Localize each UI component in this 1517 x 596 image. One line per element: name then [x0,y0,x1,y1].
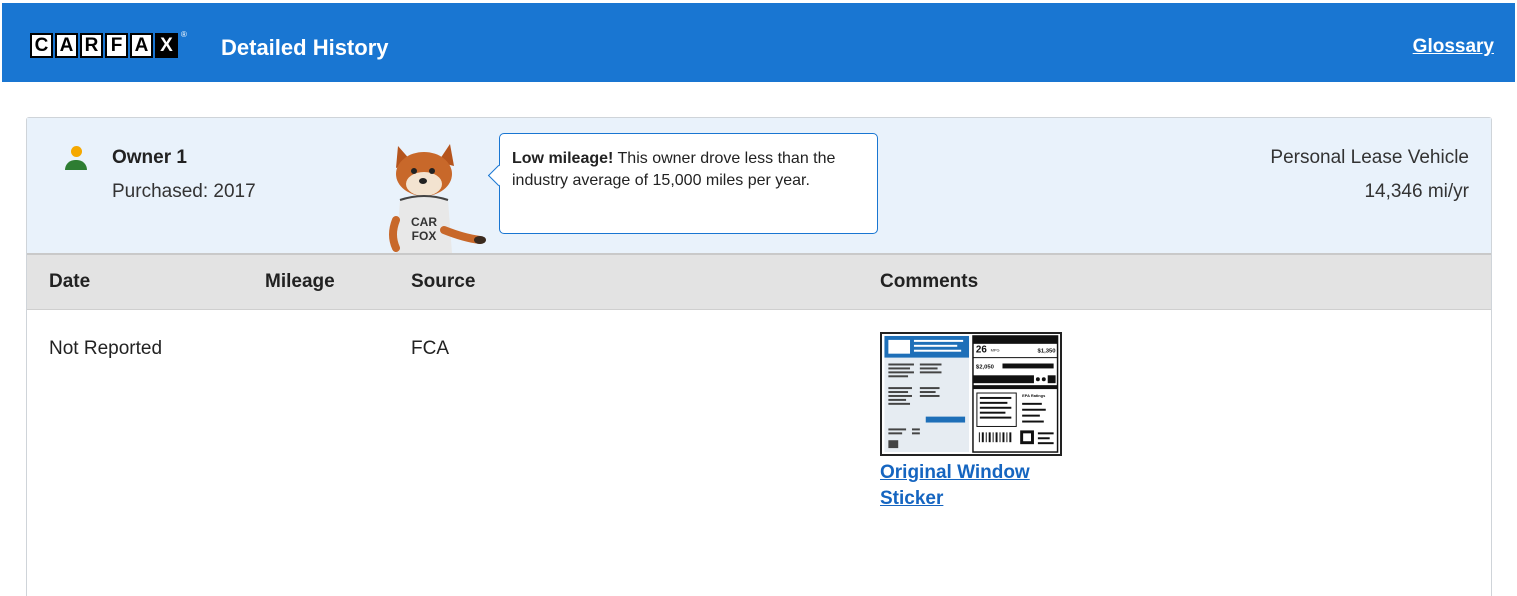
window-sticker-thumbnail[interactable]: 26 MPG $1,350 $2,050 EPA Ratings [880,332,1062,456]
original-window-sticker-link[interactable]: Original Window Sticker [880,460,1080,512]
row-date: Not Reported [49,338,163,359]
logo-letter: X [155,33,178,58]
history-table-header: Date Mileage Source Comments [27,253,1491,310]
carfox-mascot-icon: CAR FOX [389,144,486,253]
column-header-source: Source [411,271,476,292]
svg-text:EPA Ratings: EPA Ratings [1022,393,1046,398]
logo-letter: C [30,33,53,58]
page-title: Detailed History [221,35,389,60]
carfax-logo: C A R F A X ® [30,30,187,58]
svg-text:$1,350: $1,350 [1038,349,1057,355]
column-header-comments: Comments [880,271,979,292]
logo-letter: A [130,33,153,58]
owner-history-card: Owner 1 Purchased: 2017 CAR FOX Low mile… [26,117,1492,596]
column-header-mileage: Mileage [265,271,335,292]
svg-text:CAR: CAR [411,215,437,229]
svg-text:FOX: FOX [412,229,437,243]
logo-letter: A [55,33,78,58]
glossary-link[interactable]: Glossary [1413,36,1494,58]
registered-mark-icon: ® [181,30,187,39]
logo-letter: F [105,33,128,58]
logo-letter: R [80,33,103,58]
column-header-date: Date [49,271,91,292]
svg-text:26: 26 [976,345,987,356]
row-source: FCA [411,338,449,359]
miles-per-year: 14,346 mi/yr [1364,181,1469,202]
header-bar: C A R F A X ® Detailed History Glossary [2,3,1515,82]
page: C A R F A X ® Detailed History Glossary … [0,0,1517,596]
person-icon [65,146,87,172]
low-mileage-callout: Low mileage! This owner drove less than … [499,133,878,234]
owner-name: Owner 1 [112,147,187,168]
owner-purchase-year: Purchased: 2017 [112,181,256,202]
svg-text:$2,050: $2,050 [976,364,995,370]
callout-headline: Low mileage! [512,150,614,167]
svg-text:MPG: MPG [991,348,1000,353]
owner-summary: Owner 1 Purchased: 2017 CAR FOX Low mile… [27,118,1491,253]
vehicle-usage-type: Personal Lease Vehicle [1270,147,1469,168]
